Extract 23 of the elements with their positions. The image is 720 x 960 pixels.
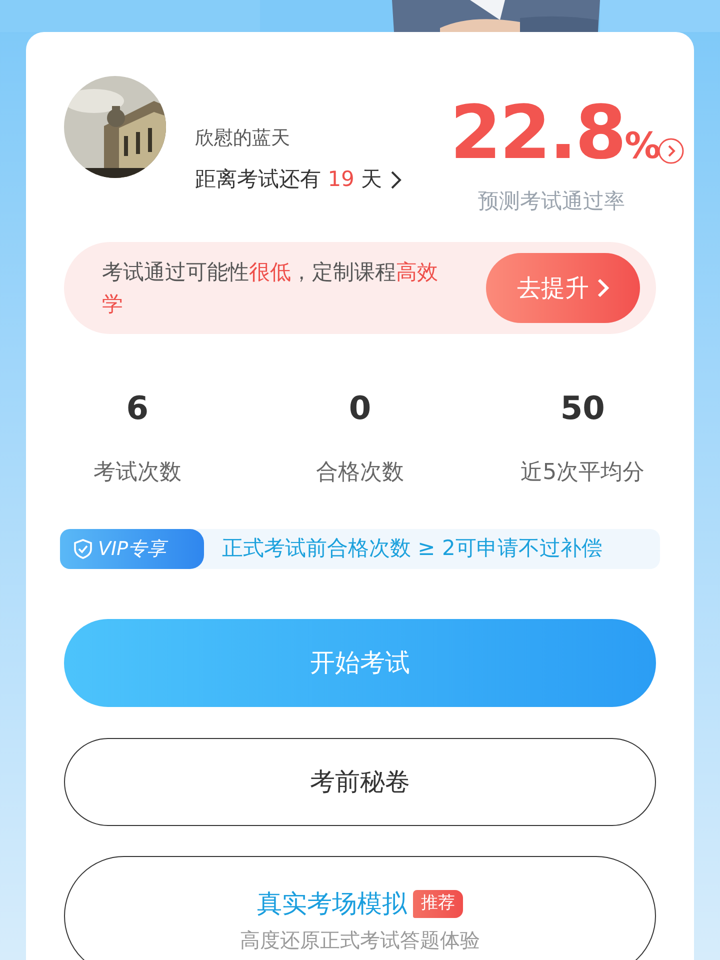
chevron-right-icon[interactable] <box>390 170 402 190</box>
stat-value: 6 <box>126 392 148 424</box>
mock-exam-title: 真实考场模拟 <box>257 888 407 920</box>
vip-note: 正式考试前合格次数 ≥ 2可申请不过补偿 <box>222 535 602 562</box>
vip-label: VIP专享 <box>98 536 166 562</box>
mock-exam-button[interactable]: 真实考场模拟 推荐 高度还原正式考试答题体验 <box>64 856 656 960</box>
stat-value: 50 <box>560 392 605 424</box>
stat-value: 0 <box>348 392 372 424</box>
shield-check-icon <box>74 539 92 559</box>
stat-label: 合格次数 <box>316 459 404 487</box>
chevron-right-icon <box>597 278 609 298</box>
pass-rate-label: 预测考试通过率 <box>478 188 625 215</box>
user-name: 欣慰的蓝天 <box>195 126 290 151</box>
mock-exam-subtitle: 高度还原正式考试答题体验 <box>240 926 480 954</box>
recommended-tag: 推荐 <box>413 890 463 918</box>
pass-rate-value: 22.8% <box>450 96 661 170</box>
start-exam-button[interactable]: 开始考试 <box>64 619 656 707</box>
advice-text: 考试通过可能性很低，定制课程高效学 <box>102 259 439 318</box>
stat-label: 近5次平均分 <box>520 459 645 487</box>
stat-label: 考试次数 <box>93 459 182 487</box>
exam-countdown: 距离考试还有 19 天 <box>195 166 382 193</box>
secret-papers-button[interactable]: 考前秘卷 <box>64 738 656 826</box>
improve-button[interactable]: 去提升 <box>486 253 640 323</box>
